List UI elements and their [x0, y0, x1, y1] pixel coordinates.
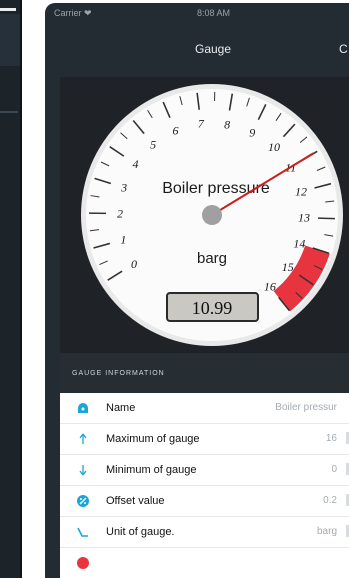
- row-label: Maximum of gauge: [106, 433, 200, 445]
- clock: 8:08 AM: [197, 8, 231, 18]
- scale-label: 2: [117, 207, 123, 221]
- scale-label: 5: [150, 137, 156, 151]
- table-row-minimum[interactable]: Minimum of gauge 0: [60, 455, 349, 486]
- table-row-unit[interactable]: Unit of gauge. barg: [60, 517, 349, 548]
- table-row-maximum[interactable]: Maximum of gauge 16: [60, 424, 349, 455]
- scale-label: 6: [172, 124, 178, 138]
- value-readout: 10.99: [192, 298, 233, 318]
- row-value: barg: [316, 526, 337, 537]
- gauge-dial: 012345678910111213141516 Boiler pressure…: [81, 84, 343, 346]
- previous-screen-header: [0, 14, 20, 66]
- navigation-bar: Gauge C: [45, 25, 349, 67]
- row-value: 0: [331, 464, 337, 475]
- row-label: Unit of gauge.: [106, 526, 175, 538]
- table-row-name[interactable]: Name Boiler pressur: [60, 393, 349, 424]
- needle-pivot: [202, 205, 222, 225]
- gauge-info-table: Name Boiler pressur Maximum of gauge 16 …: [60, 393, 349, 578]
- scale-label: 8: [224, 117, 230, 131]
- row-label: Offset value: [106, 495, 165, 507]
- offset-icon: [77, 495, 89, 507]
- scale-label: 1: [120, 233, 126, 247]
- row-value: 16: [325, 433, 337, 444]
- gauge-unit: barg: [197, 250, 227, 267]
- alert-icon: [77, 557, 89, 569]
- scale-label: 9: [249, 125, 255, 139]
- table-row-partial[interactable]: [60, 548, 349, 578]
- previous-screen-divider: [0, 111, 18, 113]
- scale-label: 14: [293, 237, 305, 251]
- row-value: Boiler pressur: [275, 402, 337, 413]
- previous-screen-status-line: [0, 8, 16, 11]
- arrow-down-icon: [79, 465, 87, 476]
- scale-label: 13: [298, 211, 310, 225]
- scale-label: 7: [198, 117, 205, 131]
- unit-icon: [77, 527, 88, 537]
- gauge-screen: Carrier ❤ 8:08 AM Gauge C 01234567891011…: [45, 3, 349, 578]
- status-bar: Carrier ❤ 8:08 AM: [45, 3, 349, 25]
- scale-label: 4: [133, 157, 139, 171]
- previous-screen-edge: [0, 0, 22, 578]
- row-label: Name: [106, 402, 136, 414]
- row-value: 0.2: [323, 495, 337, 506]
- carrier-label: Carrier ❤: [54, 8, 92, 18]
- scale-label: 12: [295, 185, 307, 199]
- row-label: Minimum of gauge: [106, 464, 197, 476]
- arrow-up-icon: [79, 433, 87, 444]
- nav-right-button[interactable]: C: [339, 42, 348, 56]
- section-header: GAUGE INFORMATION: [60, 353, 349, 393]
- scale-label: 15: [282, 260, 294, 274]
- gauge-icon: [78, 403, 88, 413]
- scale-label: 3: [120, 181, 127, 195]
- major-tick: [317, 217, 335, 220]
- page-title: Gauge: [195, 42, 232, 56]
- scale-label: 0: [131, 257, 137, 271]
- gauge-panel: 012345678910111213141516 Boiler pressure…: [60, 77, 349, 353]
- scale-label: 16: [264, 279, 276, 293]
- table-row-offset[interactable]: Offset value 0.2: [60, 486, 349, 517]
- scale-label: 10: [268, 140, 280, 154]
- section-title: GAUGE INFORMATION: [72, 370, 165, 377]
